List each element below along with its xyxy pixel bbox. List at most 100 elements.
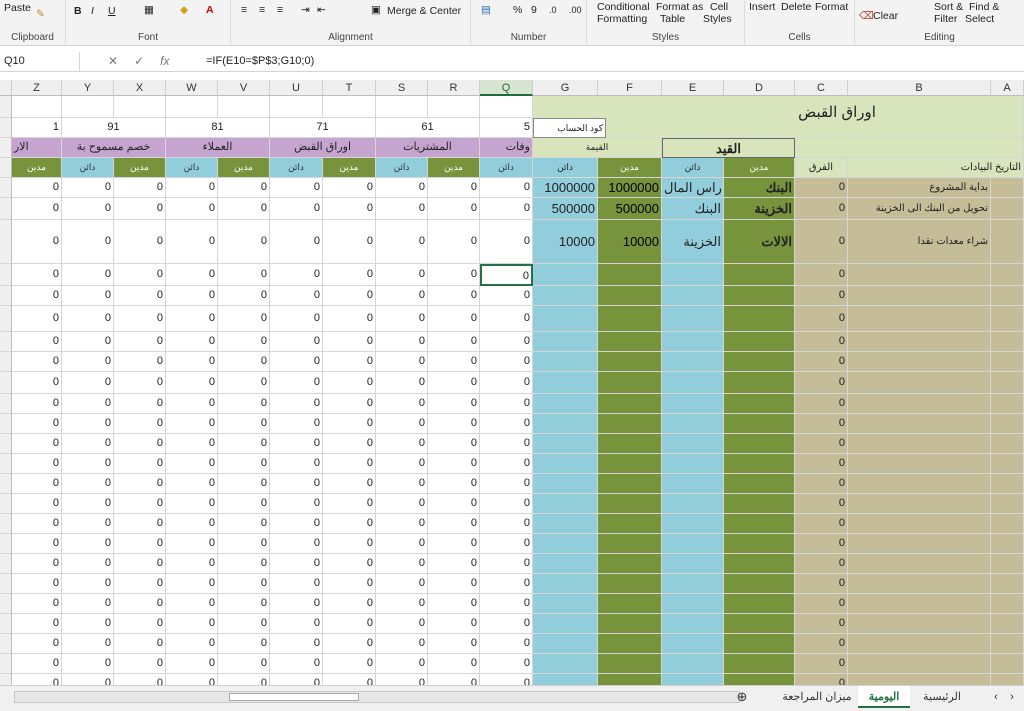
debit-header[interactable]: مدين [218, 158, 270, 178]
value-cell[interactable]: 0 [270, 594, 323, 614]
value-cell[interactable]: 0 [114, 654, 166, 674]
value-cell[interactable]: 0 [480, 614, 533, 634]
debit-account-cell[interactable] [724, 264, 795, 286]
clear-button[interactable]: Clear [873, 10, 898, 22]
debit-value-cell[interactable] [598, 306, 662, 332]
cell-styles-line2[interactable]: Styles [703, 13, 732, 25]
value-cell[interactable]: 0 [166, 372, 218, 394]
value-cell[interactable]: 0 [428, 372, 480, 394]
value-cell[interactable]: 0 [62, 286, 114, 306]
column-header-c[interactable]: C [795, 80, 848, 96]
value-cell[interactable]: 0 [12, 264, 62, 286]
column-header-a[interactable]: A [991, 80, 1024, 96]
account-group-header[interactable]: الار [12, 138, 62, 158]
cell[interactable] [166, 96, 218, 118]
credit-value-cell[interactable] [533, 372, 598, 394]
statement-cell[interactable] [848, 574, 991, 594]
value-cell[interactable]: 0 [376, 534, 428, 554]
value-cell[interactable]: 0 [480, 514, 533, 534]
credit-account-cell[interactable] [662, 394, 724, 414]
value-cell[interactable]: 0 [270, 198, 323, 220]
debit-account-cell[interactable] [724, 434, 795, 454]
value-cell[interactable]: 0 [114, 494, 166, 514]
qayd-header[interactable]: القيد [662, 138, 795, 158]
value-cell[interactable]: 0 [166, 494, 218, 514]
value-cell[interactable]: 0 [114, 514, 166, 534]
value-cell[interactable]: 0 [114, 414, 166, 434]
value-cell[interactable]: 0 [62, 674, 114, 685]
decrease-decimal-icon[interactable]: .00 [569, 4, 582, 16]
diff-cell[interactable]: 0 [795, 654, 848, 674]
credit-header[interactable]: دائن [376, 158, 428, 178]
value-cell[interactable]: 0 [270, 286, 323, 306]
account-group-header[interactable]: خصم مسموح بة [62, 138, 166, 158]
date-cell[interactable] [991, 352, 1024, 372]
credit-account-cell[interactable]: راس المال [662, 178, 724, 198]
credit-account-cell[interactable] [662, 674, 724, 685]
row-header[interactable] [0, 158, 12, 178]
value-cell[interactable]: 0 [428, 198, 480, 220]
value-cell[interactable]: 0 [480, 434, 533, 454]
debit-account-cell[interactable] [724, 372, 795, 394]
column-header-g[interactable]: G [533, 80, 598, 96]
value-cell[interactable]: 0 [270, 178, 323, 198]
bold-button[interactable]: B [74, 5, 82, 17]
credit-value-cell[interactable] [533, 332, 598, 352]
value-cell[interactable]: 0 [323, 454, 376, 474]
find-select-line2[interactable]: Select [965, 13, 994, 25]
value-cell[interactable]: 0 [480, 494, 533, 514]
value-cell[interactable]: 0 [62, 394, 114, 414]
statement-cell[interactable] [848, 614, 991, 634]
credit-account-cell[interactable]: الخزينة [662, 220, 724, 264]
date-cell[interactable] [991, 414, 1024, 434]
value-cell[interactable]: 0 [428, 674, 480, 685]
value-cell[interactable]: 0 [62, 474, 114, 494]
value-cell[interactable]: 0 [428, 574, 480, 594]
value-cell[interactable]: 0 [62, 594, 114, 614]
value-cell[interactable]: 0 [114, 286, 166, 306]
credit-account-cell[interactable] [662, 286, 724, 306]
value-cell[interactable]: 0 [218, 372, 270, 394]
statement-cell[interactable] [848, 494, 991, 514]
value-cell[interactable]: 0 [12, 654, 62, 674]
column-header-d[interactable]: D [724, 80, 795, 96]
value-cell[interactable]: 0 [376, 178, 428, 198]
diff-cell[interactable]: 0 [795, 674, 848, 685]
row-header[interactable] [0, 306, 12, 332]
value-cell[interactable]: 0 [218, 220, 270, 264]
value-cell[interactable]: 0 [323, 474, 376, 494]
debit-value-cell[interactable] [598, 394, 662, 414]
date-cell[interactable] [991, 514, 1024, 534]
debit-account-cell[interactable] [724, 414, 795, 434]
value-cell[interactable]: 0 [62, 434, 114, 454]
debit-header[interactable]: مدين [428, 158, 480, 178]
debit-account-cell[interactable]: الخزينة [724, 198, 795, 220]
value-cell[interactable]: 0 [62, 454, 114, 474]
value-cell[interactable]: 0 [480, 634, 533, 654]
value-cell[interactable]: 0 [166, 454, 218, 474]
value-cell[interactable]: 0 [166, 332, 218, 352]
date-cell[interactable] [991, 554, 1024, 574]
date-cell[interactable] [991, 220, 1024, 264]
value-cell[interactable]: 0 [62, 306, 114, 332]
credit-value-cell[interactable] [533, 306, 598, 332]
value-cell[interactable]: 0 [270, 654, 323, 674]
value-cell[interactable]: 0 [323, 306, 376, 332]
diff-cell[interactable]: 0 [795, 332, 848, 352]
code-cell[interactable]: 91 [62, 118, 166, 138]
value-cell[interactable]: 0 [218, 554, 270, 574]
column-header-t[interactable]: T [323, 80, 376, 96]
credit-value-cell[interactable]: 10000 [533, 220, 598, 264]
align-center-icon[interactable]: ≡ [259, 4, 265, 16]
value-cell[interactable]: 0 [480, 178, 533, 198]
value-cell[interactable]: 0 [166, 394, 218, 414]
debit-value-cell[interactable] [598, 674, 662, 685]
increase-decimal-icon[interactable]: .0 [549, 4, 557, 16]
value-cell[interactable]: 0 [166, 178, 218, 198]
value-cell[interactable]: 0 [480, 454, 533, 474]
statement-cell[interactable] [848, 434, 991, 454]
date-cell[interactable] [991, 634, 1024, 654]
value-cell[interactable]: 0 [218, 352, 270, 372]
debit-value-cell[interactable] [598, 534, 662, 554]
value-cell[interactable]: 0 [12, 178, 62, 198]
